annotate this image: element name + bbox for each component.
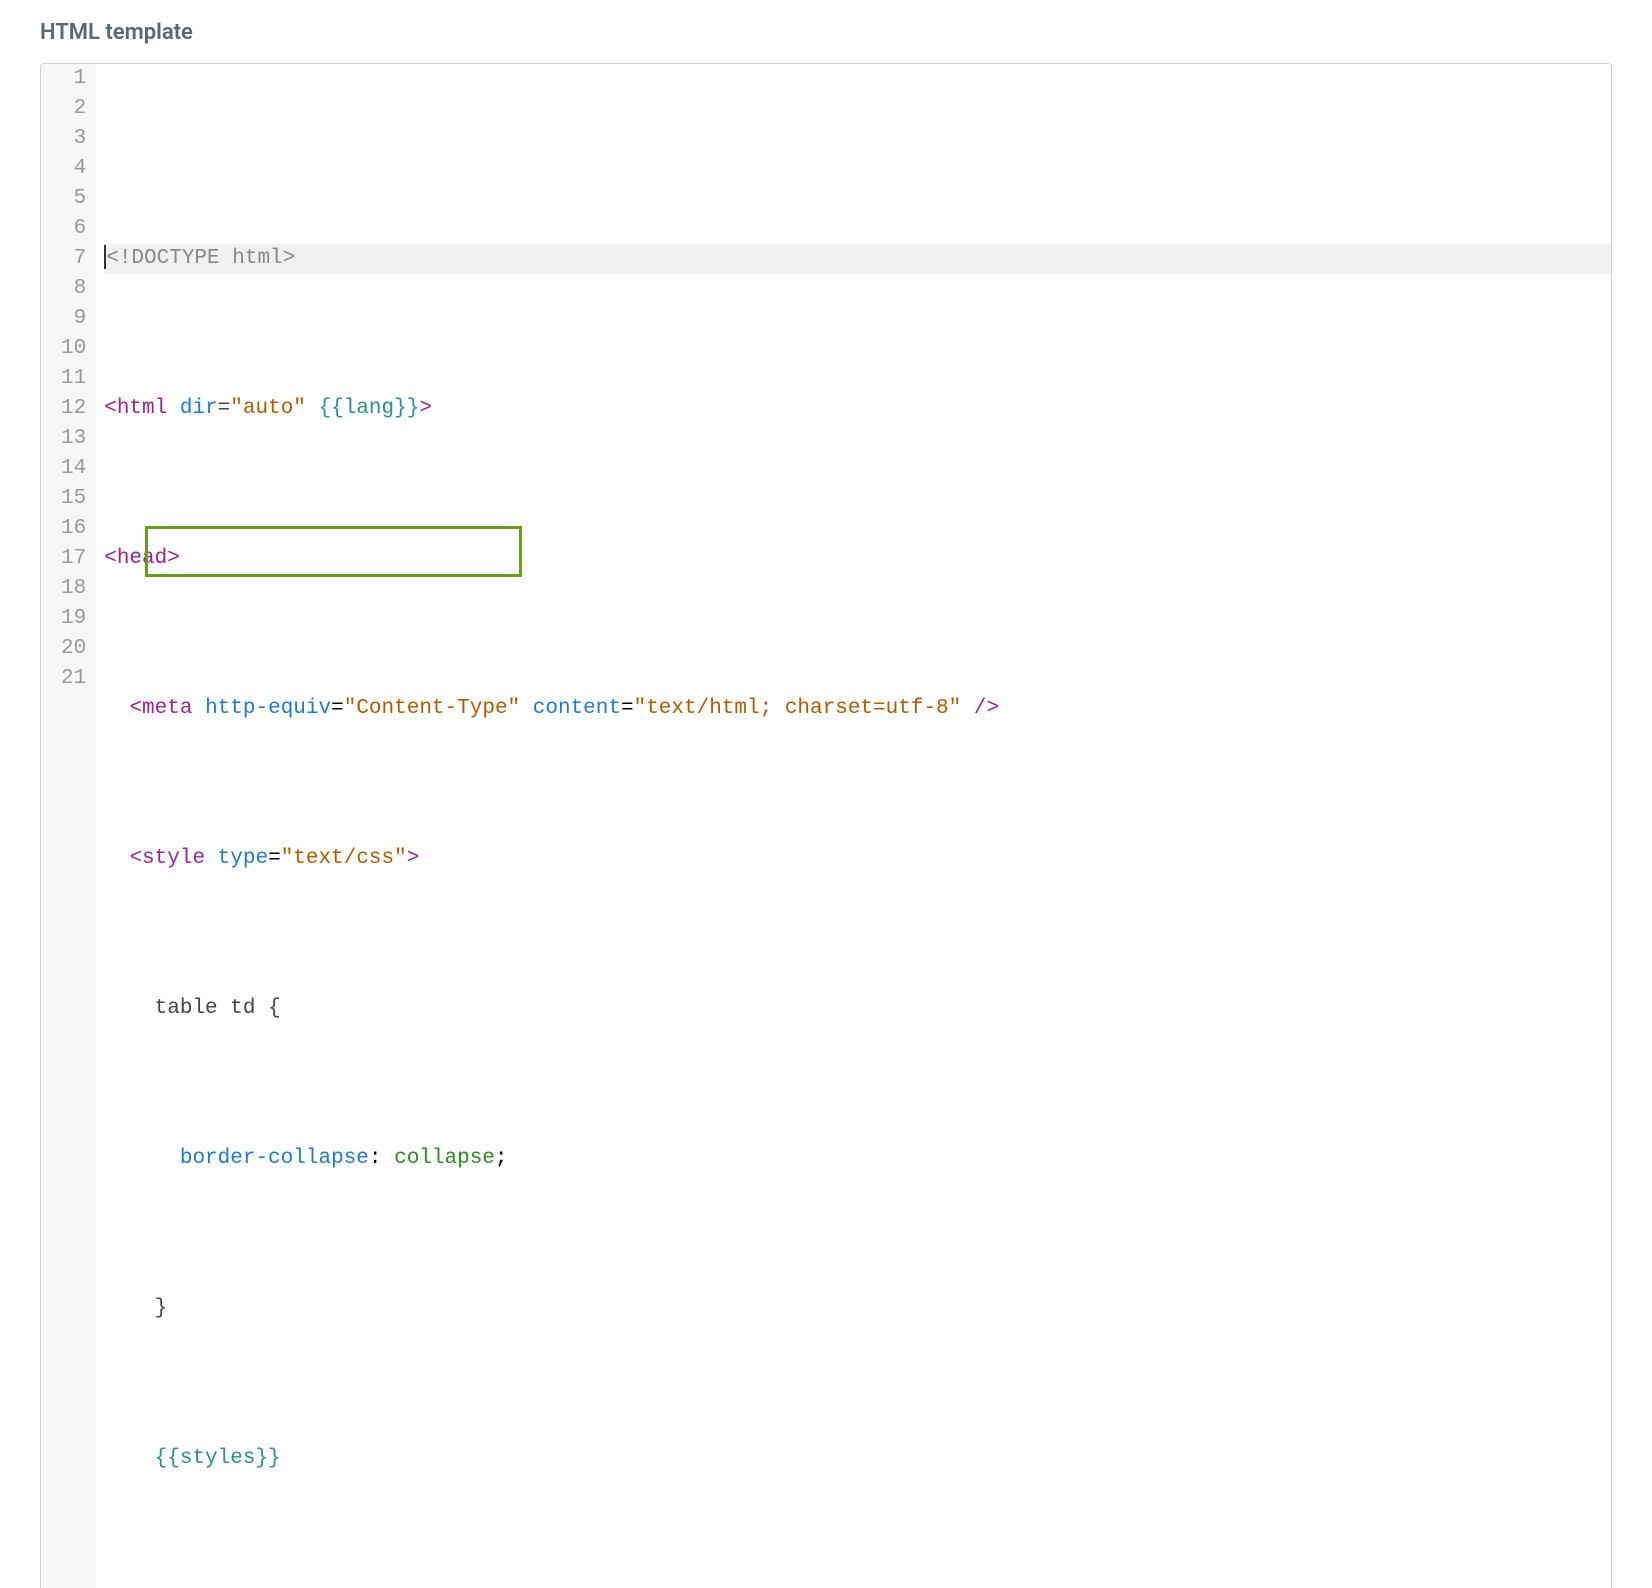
code-line[interactable]: border-collapse: collapse; (104, 1144, 1611, 1174)
section-title: HTML template (40, 20, 1612, 45)
line-number: 20 (61, 634, 86, 664)
line-number: 7 (61, 244, 86, 274)
code-line[interactable]: table td { (104, 994, 1611, 1024)
line-number: 13 (61, 424, 86, 454)
code-line[interactable]: {{styles}} (104, 1444, 1611, 1474)
line-number: 21 (61, 664, 86, 694)
code-editor[interactable]: 1 2 3 4 5 6 7 8 9 10 11 12 13 14 15 16 1… (40, 63, 1612, 1588)
line-number: 14 (61, 454, 86, 484)
code-line[interactable]: <meta http-equiv="Content-Type" content=… (104, 694, 1611, 724)
code-line[interactable]: <style type="text/css"> (104, 844, 1611, 874)
line-number: 16 (61, 514, 86, 544)
line-number: 9 (61, 304, 86, 334)
code-line[interactable]: <html dir="auto" {{lang}}> (104, 394, 1611, 424)
line-number: 3 (61, 124, 86, 154)
line-number: 12 (61, 394, 86, 424)
line-number: 8 (61, 274, 86, 304)
line-number: 5 (61, 184, 86, 214)
line-number-gutter: 1 2 3 4 5 6 7 8 9 10 11 12 13 14 15 16 1… (41, 64, 96, 1588)
line-number: 19 (61, 604, 86, 634)
code-line[interactable]: <!DOCTYPE html> (104, 244, 1611, 274)
code-line[interactable]: <head> (104, 544, 1611, 574)
line-number: 4 (61, 154, 86, 184)
line-number: 17 (61, 544, 86, 574)
code-line[interactable]: } (104, 1294, 1611, 1324)
line-number: 10 (61, 334, 86, 364)
line-number: 1 (61, 64, 86, 94)
line-number: 2 (61, 94, 86, 124)
code-content[interactable]: <!DOCTYPE html> <html dir="auto" {{lang}… (96, 64, 1611, 1588)
line-number: 18 (61, 574, 86, 604)
line-number: 6 (61, 214, 86, 244)
line-number: 11 (61, 364, 86, 394)
line-number: 15 (61, 484, 86, 514)
